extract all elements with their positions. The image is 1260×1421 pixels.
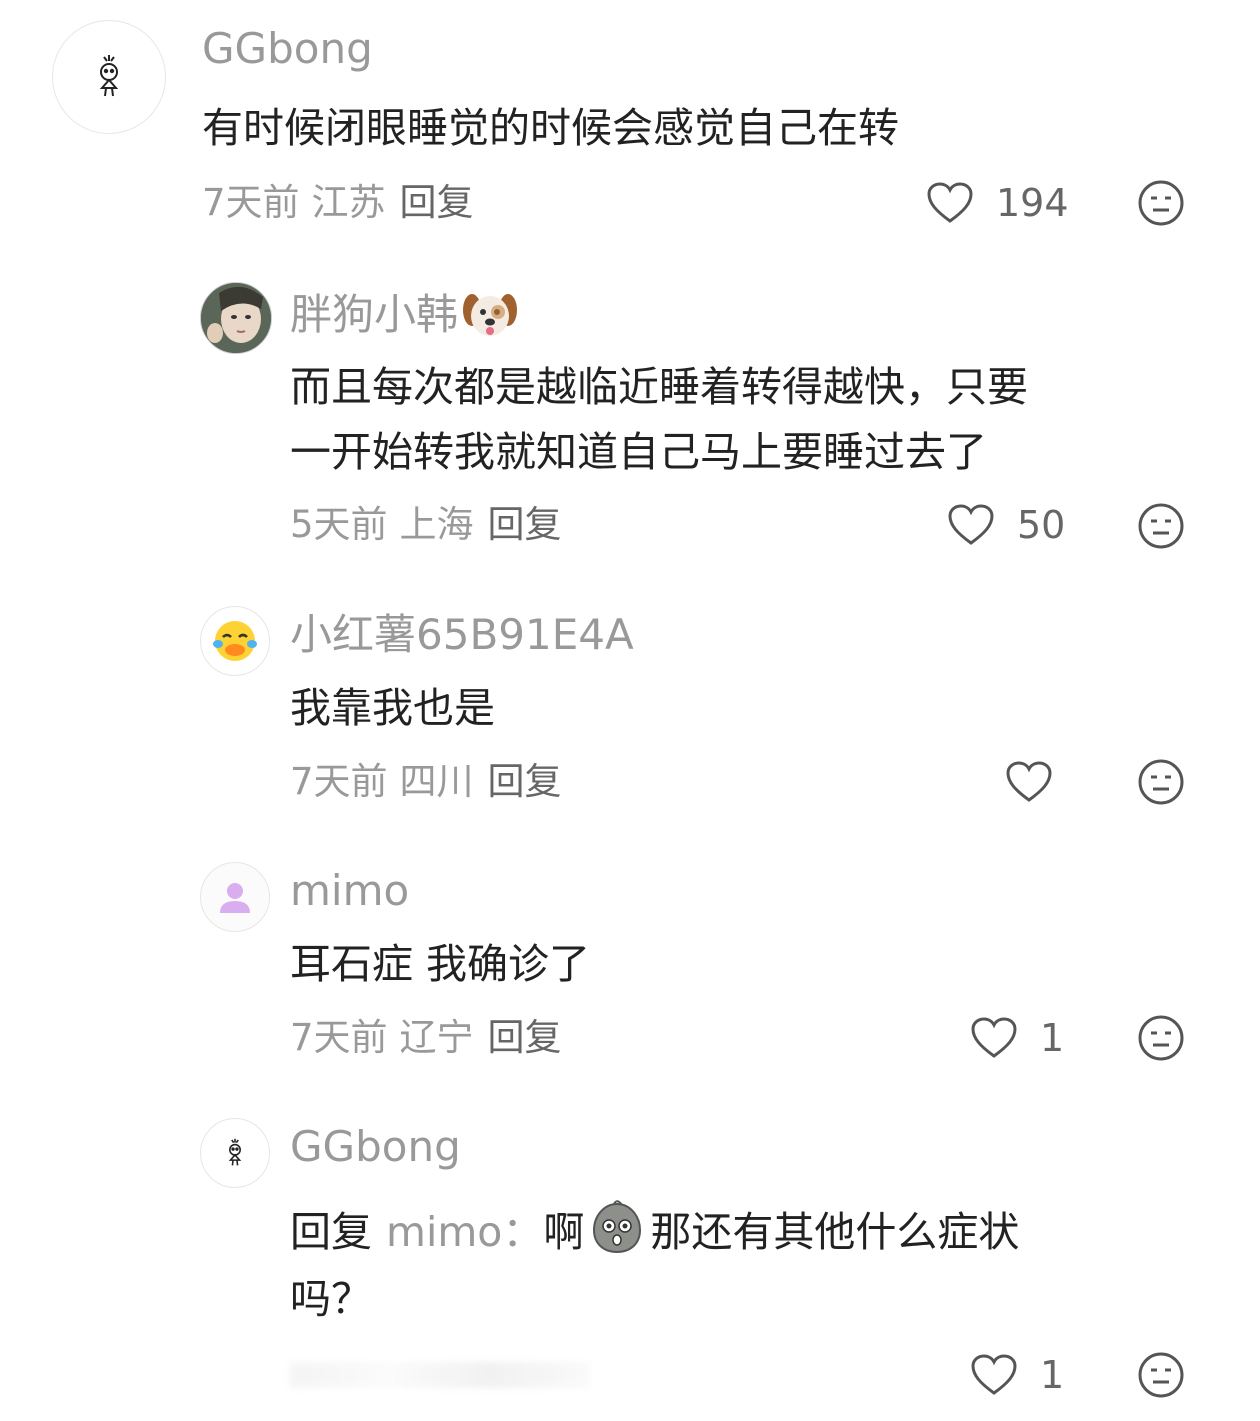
- avatar[interactable]: [200, 862, 270, 932]
- heart-icon: [971, 1017, 1017, 1058]
- username[interactable]: 胖狗小韩: [290, 290, 518, 345]
- meh-face-icon[interactable]: [1137, 1014, 1185, 1062]
- username[interactable]: mimo: [290, 870, 409, 912]
- comment-meta: 7天前 四川 回复: [290, 763, 562, 800]
- username-text: 胖狗小韩: [290, 290, 459, 339]
- comment-location: 辽宁: [399, 1016, 474, 1059]
- comment-meta: 5天前 上海 回复: [290, 506, 562, 543]
- stick-figure-avatar-icon: [228, 1138, 242, 1166]
- comment-location: 四川: [399, 760, 474, 803]
- heart-icon: [927, 182, 973, 223]
- reply-target-mention[interactable]: mimo：: [386, 1208, 543, 1256]
- reply-button[interactable]: 回复: [488, 503, 562, 546]
- meh-face-icon[interactable]: [1137, 179, 1185, 227]
- laughing-duck-avatar-icon: [213, 621, 257, 661]
- avatar[interactable]: [200, 606, 270, 676]
- comment-text: 我靠我也是: [290, 684, 495, 732]
- meh-face-icon[interactable]: [1137, 758, 1185, 806]
- comment-time: 7天前: [290, 760, 388, 803]
- comment-text: 有时候闭眼睡觉的时候会感觉自己在转: [202, 104, 899, 152]
- comment-meta: 7天前 江苏 回复: [202, 184, 474, 221]
- comment-location: 江苏: [311, 181, 386, 224]
- comment-time: 7天前: [202, 181, 300, 224]
- like-count: 194: [996, 181, 1069, 225]
- username[interactable]: GGbong: [202, 28, 373, 70]
- heart-icon: [971, 1354, 1017, 1395]
- blurred-meta-text: [290, 1362, 590, 1388]
- reply-button[interactable]: 回复: [400, 181, 474, 224]
- comment-text-part-1: 啊: [543, 1208, 585, 1256]
- stick-figure-avatar-icon: [99, 55, 119, 97]
- avatar[interactable]: [200, 282, 272, 354]
- username[interactable]: 小红薯65B91E4A: [290, 614, 634, 656]
- comment-text: 耳石症 我确诊了: [290, 940, 591, 988]
- like-count: 50: [1017, 503, 1066, 547]
- like-count: 1: [1040, 1016, 1065, 1060]
- heart-icon: [948, 504, 994, 545]
- like-count: 1: [1040, 1353, 1065, 1397]
- avatar[interactable]: [200, 1118, 270, 1188]
- like-button[interactable]: 194: [926, 178, 1069, 228]
- avatar[interactable]: [52, 20, 166, 134]
- like-button[interactable]: 50: [947, 500, 1065, 550]
- comment-time: 7天前: [290, 1016, 388, 1059]
- photo-avatar-icon: [201, 283, 271, 353]
- comment-time: 5天前: [290, 503, 388, 546]
- default-user-avatar-icon: [220, 883, 250, 913]
- comment-text-line-2: 吗？: [290, 1275, 372, 1323]
- reply-prefix: 回复: [290, 1208, 372, 1256]
- comment-text-line-2: 一开始转我就知道自己马上要睡过去了: [290, 428, 987, 476]
- comment-text-line-1: 而且每次都是越临近睡着转得越快，只要: [290, 363, 1028, 411]
- comment-meta: 7天前 辽宁 回复: [290, 1019, 562, 1056]
- meh-face-icon[interactable]: [1137, 502, 1185, 550]
- reply-button[interactable]: 回复: [488, 760, 562, 803]
- comment-text-line-1: 回复 mimo：啊 那还有其他什么症状: [290, 1200, 1019, 1272]
- comment-text-part-2: 那还有其他什么症状: [650, 1208, 1020, 1256]
- like-button[interactable]: 1: [970, 1350, 1064, 1400]
- like-button[interactable]: [1005, 757, 1075, 807]
- dog-face-emoji-icon: [462, 290, 518, 345]
- username[interactable]: GGbong: [290, 1126, 461, 1168]
- heart-icon: [1006, 761, 1052, 802]
- meh-face-icon[interactable]: [1137, 1351, 1185, 1399]
- shocked-face-emoji-icon: [590, 1200, 644, 1272]
- comment-location: 上海: [399, 503, 474, 546]
- like-button[interactable]: 1: [970, 1013, 1064, 1063]
- reply-button[interactable]: 回复: [488, 1016, 562, 1059]
